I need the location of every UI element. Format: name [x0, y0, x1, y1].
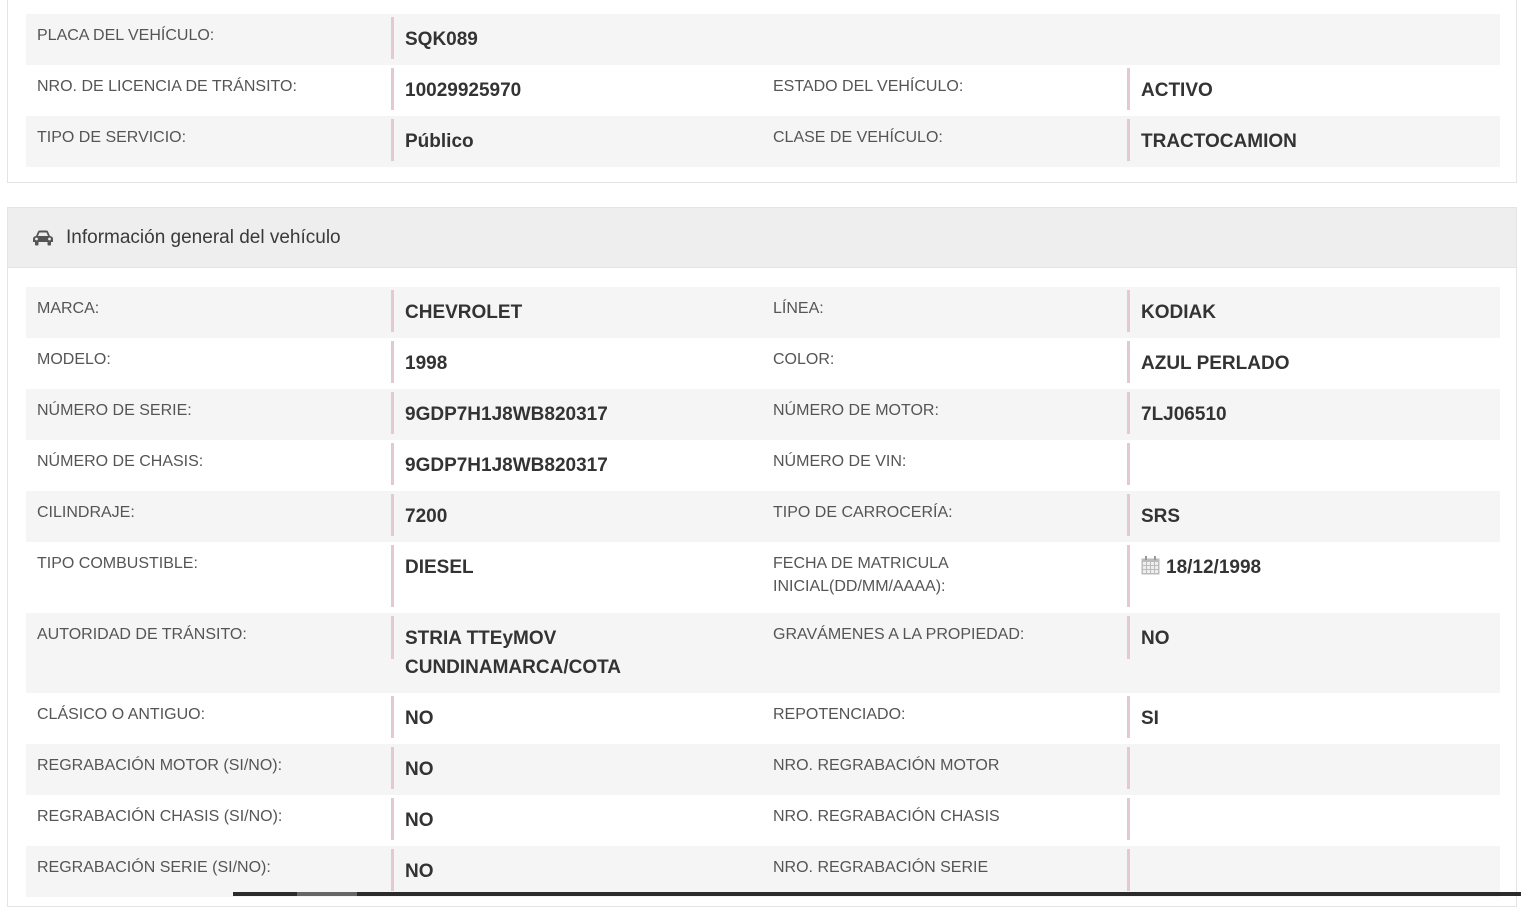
field-value: NO — [1127, 616, 1497, 659]
field-value — [1127, 849, 1497, 891]
field-label: MARCA: — [37, 300, 100, 317]
field-value: NO — [391, 798, 751, 840]
table-row: PLACA DEL VEHÍCULO: SQK089 — [26, 14, 1500, 65]
vehicle-summary-panel: PLACA DEL VEHÍCULO: SQK089 NRO. DE LICEN… — [7, 0, 1517, 183]
field-label: CLASE DE VEHÍCULO: — [773, 129, 943, 146]
calendar-icon — [1141, 556, 1160, 575]
field-label: GRAVÁMENES A LA PROPIEDAD: — [773, 626, 1025, 643]
field-value — [1127, 798, 1497, 840]
field-value: SQK089 — [391, 17, 751, 59]
field-label: NÚMERO DE SERIE: — [37, 402, 192, 419]
table-row: TIPO COMBUSTIBLE: DIESEL FECHA DE MATRIC… — [26, 542, 1500, 613]
table-row: AUTORIDAD DE TRÁNSITO: STRIA TTEyMOV CUN… — [26, 613, 1500, 693]
field-label: FECHA DE MATRICULA INICIAL(DD/MM/AAAA): — [773, 555, 948, 595]
field-label: NRO. DE LICENCIA DE TRÁNSITO: — [37, 78, 297, 95]
field-label: COLOR: — [773, 351, 835, 368]
section-header[interactable]: Información general del vehículo — [8, 208, 1516, 268]
field-value: SRS — [1127, 494, 1497, 536]
field-label: NÚMERO DE VIN: — [773, 453, 907, 470]
field-label: AUTORIDAD DE TRÁNSITO: — [37, 626, 247, 643]
field-label: PLACA DEL VEHÍCULO: — [37, 27, 215, 44]
table-row: REGRABACIÓN CHASIS (SI/NO): NO NRO. REGR… — [26, 795, 1500, 846]
field-label: MODELO: — [37, 351, 111, 368]
field-label: REPOTENCIADO: — [773, 706, 906, 723]
field-value: CHEVROLET — [391, 290, 751, 332]
general-info-table: MARCA: CHEVROLET LÍNEA: KODIAK MODELO: 1… — [26, 287, 1500, 897]
field-label: CLÁSICO O ANTIGUO: — [37, 706, 206, 723]
table-row: TIPO DE SERVICIO: Público CLASE DE VEHÍC… — [26, 116, 1500, 167]
field-value: 9GDP7H1J8WB820317 — [391, 392, 751, 434]
table-row: REGRABACIÓN SERIE (SI/NO): NO NRO. REGRA… — [26, 846, 1500, 897]
field-label: LÍNEA: — [773, 300, 824, 317]
field-label: TIPO DE SERVICIO: — [37, 129, 187, 146]
vehicle-summary-table: PLACA DEL VEHÍCULO: SQK089 NRO. DE LICEN… — [26, 14, 1500, 167]
table-row: MODELO: 1998 COLOR: AZUL PERLADO — [26, 338, 1500, 389]
field-label: REGRABACIÓN CHASIS (SI/NO): — [37, 808, 283, 825]
field-value: Público — [391, 119, 751, 161]
field-label: NRO. REGRABACIÓN SERIE — [773, 859, 989, 876]
table-row: CILINDRAJE: 7200 TIPO DE CARROCERÍA: SRS — [26, 491, 1500, 542]
field-value: NO — [391, 696, 751, 738]
field-value: 10029925970 — [391, 68, 751, 110]
scrollbar-thumb[interactable] — [297, 892, 357, 896]
field-value: TRACTOCAMION — [1127, 119, 1497, 161]
car-icon — [33, 230, 53, 245]
table-row: MARCA: CHEVROLET LÍNEA: KODIAK — [26, 287, 1500, 338]
field-label: NRO. REGRABACIÓN MOTOR — [773, 757, 1000, 774]
field-value: SI — [1127, 696, 1497, 738]
field-value — [1127, 747, 1497, 789]
field-value: ACTIVO — [1127, 68, 1497, 110]
table-row: REGRABACIÓN MOTOR (SI/NO): NO NRO. REGRA… — [26, 744, 1500, 795]
horizontal-scrollbar[interactable] — [233, 892, 1521, 896]
field-value: 7200 — [391, 494, 751, 536]
field-value: AZUL PERLADO — [1127, 341, 1497, 383]
section-title: Información general del vehículo — [66, 226, 341, 248]
field-value: NO — [391, 747, 751, 789]
table-row: NRO. DE LICENCIA DE TRÁNSITO: 1002992597… — [26, 65, 1500, 116]
field-label: NÚMERO DE MOTOR: — [773, 402, 939, 419]
field-label: CILINDRAJE: — [37, 504, 135, 521]
table-row: NÚMERO DE CHASIS: 9GDP7H1J8WB820317 NÚME… — [26, 440, 1500, 491]
table-row: NÚMERO DE SERIE: 9GDP7H1J8WB820317 NÚMER… — [26, 389, 1500, 440]
field-value: DIESEL — [391, 545, 751, 607]
field-value: 9GDP7H1J8WB820317 — [391, 443, 751, 485]
field-value: 18/12/1998 — [1127, 545, 1497, 607]
field-label: NÚMERO DE CHASIS: — [37, 453, 204, 470]
field-value: STRIA TTEyMOV CUNDINAMARCA/COTA — [391, 616, 691, 678]
field-value: NO — [391, 849, 751, 891]
field-value: KODIAK — [1127, 290, 1497, 332]
field-label: NRO. REGRABACIÓN CHASIS — [773, 808, 1000, 825]
general-info-panel: Información general del vehículo MARCA: … — [7, 207, 1517, 907]
field-value — [1127, 443, 1497, 485]
field-label: TIPO DE CARROCERÍA: — [773, 504, 953, 521]
date-value: 18/12/1998 — [1166, 557, 1262, 578]
field-label: REGRABACIÓN SERIE (SI/NO): — [37, 859, 271, 876]
field-value: 7LJ06510 — [1127, 392, 1497, 434]
field-value: 1998 — [391, 341, 751, 383]
field-label: TIPO COMBUSTIBLE: — [37, 555, 198, 572]
field-label: ESTADO DEL VEHÍCULO: — [773, 78, 964, 95]
table-row: CLÁSICO O ANTIGUO: NO REPOTENCIADO: SI — [26, 693, 1500, 744]
field-label: REGRABACIÓN MOTOR (SI/NO): — [37, 757, 283, 774]
